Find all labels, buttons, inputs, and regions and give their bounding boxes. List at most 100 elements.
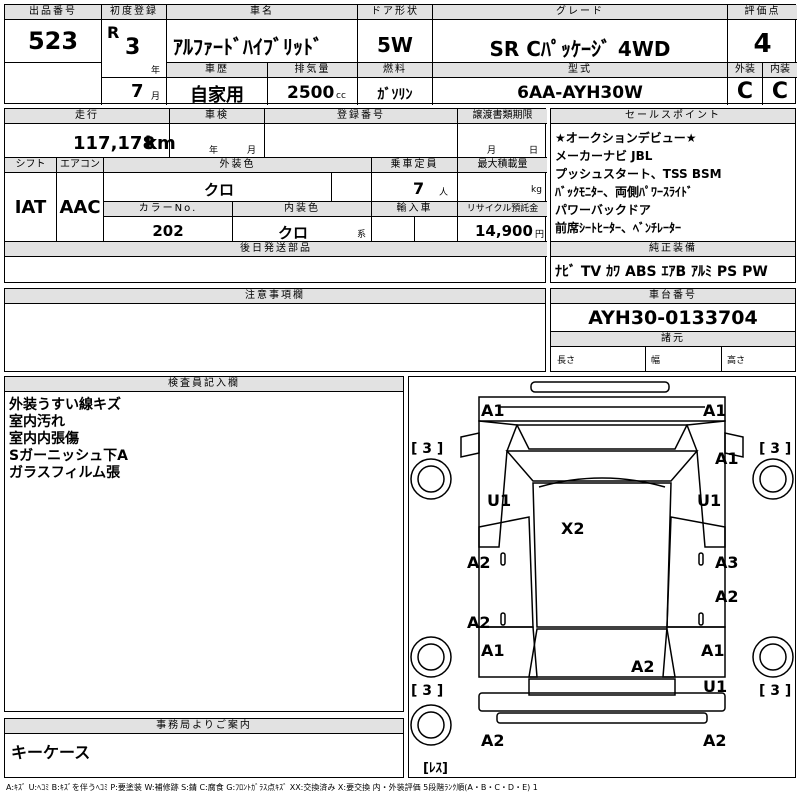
inspector-note-line: Sガーニッシュ下A — [9, 448, 128, 464]
shift: IAT — [14, 197, 47, 218]
int-label: 内装 — [763, 63, 797, 78]
color-label: 外装色 — [104, 158, 371, 173]
damage-mark: A2 — [703, 731, 727, 750]
regno-label: 登録番号 — [265, 109, 457, 124]
equipment-label: 純正装備 — [551, 242, 795, 257]
damage-mark: A2 — [467, 553, 491, 572]
chassis-label: 車台番号 — [551, 289, 795, 304]
car-name: ｱﾙﾌｧｰﾄﾞﾊｲﾌﾞﾘｯﾄﾞ — [173, 35, 323, 59]
inspector-note-line: 室内内張傷 — [9, 431, 79, 447]
inspector-note-line: ガラスフィルム張 — [9, 465, 121, 481]
chassis-box: 車台番号 AYH30-0133704 諸元 長さ 幅 高さ — [550, 288, 796, 372]
month-unit: 月 — [151, 92, 161, 102]
disp-label: 排気量 — [268, 63, 357, 78]
intcolor: クロ — [277, 224, 308, 242]
inspector-label: 検査員記入欄 — [5, 377, 403, 392]
capacity-label: 乗車定員 — [372, 158, 457, 173]
mileage-unit: km — [145, 133, 176, 154]
car-name-label: 車名 — [167, 5, 357, 20]
selling-point-line: ★オークションデビュー★ — [555, 131, 697, 145]
lot-label: 出品番号 — [5, 5, 101, 20]
score: 4 — [753, 29, 772, 59]
dims-label: 諸元 — [551, 332, 795, 347]
selling-point-line: メーカーナビ JBL — [555, 149, 653, 163]
capacity-unit: 人 — [439, 188, 449, 198]
shift-label: シフト — [5, 158, 56, 173]
selling-point-line: プッシュスタート、TSS BSM — [555, 167, 722, 181]
reg-year: 3 — [125, 35, 141, 60]
fuel-label: 燃料 — [358, 63, 432, 78]
damage-diagram: [ 3 ] [ 3 ] [ 3 ] [ 3 ] [ﾚｽ] A1 A1 A1 U1… — [408, 376, 796, 778]
reg-label: 初度登録 — [102, 5, 166, 20]
inspection-label: 車検 — [170, 109, 264, 124]
inspector-notes: 外装うすい線キズ 室内汚れ 室内内張傷 Sガーニッシュ下A ガラスフィルム張 — [9, 397, 128, 482]
insp-month: 月 — [247, 146, 257, 156]
equipment-items: ﾅﾋﾞ TV ｶﾜ ABS ｴｱB ｱﾙﾐ PS PW — [555, 264, 768, 280]
damage-mark: A1 — [715, 449, 739, 468]
door: 5W — [377, 33, 413, 57]
header-section: 出品番号 523 初度登録 R 3 年 7 月 車名 ｱﾙﾌｧｰﾄﾞﾊｲﾌﾞﾘｯ… — [4, 4, 797, 106]
parts-label: 後日発送部品 — [5, 242, 547, 257]
car-outline — [410, 381, 794, 746]
office-text: キーケース — [11, 743, 91, 762]
inspector-box: 検査員記入欄 外装うすい線キズ 室内汚れ 室内内張傷 Sガーニッシュ下A ガラスフィルム… — [4, 376, 404, 712]
damage-mark: A1 — [703, 401, 727, 420]
length-label: 長さ — [557, 356, 576, 366]
inspector-note-line: 外装うすい線キズ — [9, 397, 121, 413]
spare-mark: [ﾚｽ] — [423, 761, 448, 776]
selling-point-line: ﾊﾞｯｸﾓﾆﾀｰ、両側ﾊﾟﾜｰｽﾗｲﾄﾞ — [555, 185, 694, 199]
damage-mark: A3 — [715, 553, 739, 572]
ac: AAC — [59, 197, 101, 218]
lot-number: 523 — [27, 27, 79, 55]
intcolor-label: 内装色 — [233, 202, 371, 217]
damage-mark: A2 — [715, 587, 739, 606]
grade-label: グレード — [433, 5, 727, 20]
tire-mark-rear-right: [ 3 ] — [759, 683, 792, 699]
door-label: ドア形状 — [358, 5, 432, 20]
grade: SR Cﾊﾟｯｹｰｼﾞ 4WD — [489, 37, 671, 61]
damage-mark: U1 — [703, 677, 728, 696]
notes-box: 注意事項欄 — [4, 288, 546, 372]
ac-label: エアコン — [57, 158, 103, 173]
history-label: 車歴 — [167, 63, 267, 78]
tr-month: 月 — [487, 146, 497, 156]
mileage-label: 走行 — [5, 109, 169, 124]
recycle-label: リサイクル預託金 — [458, 202, 547, 217]
selling-point-line: パワーバックドア — [555, 203, 651, 217]
fuel: ｶﾞｿﾘﾝ — [377, 87, 413, 103]
era: R — [107, 23, 120, 42]
selling-points-list: ★オークションデビュー★ メーカーナビ JBL プッシュスタート、TSS BSM ﾊﾞ… — [555, 129, 722, 237]
damage-mark: A2 — [631, 657, 655, 676]
damage-mark: X2 — [561, 519, 585, 538]
int-grade: C — [771, 79, 789, 104]
width-label: 幅 — [651, 356, 661, 366]
mileage: 117,178 — [73, 133, 155, 154]
load-unit: kg — [531, 185, 542, 195]
tire-mark-front-left: [ 3 ] — [411, 441, 444, 457]
year-unit: 年 — [151, 66, 161, 76]
color: クロ — [203, 181, 234, 199]
disp-unit: cc — [336, 91, 346, 101]
history: 自家用 — [190, 85, 244, 106]
selling-points-label: セールスポイント — [551, 109, 795, 124]
ext-grade: C — [736, 79, 754, 104]
damage-mark: A2 — [467, 613, 491, 632]
selling-point-line: 前席ｼｰﾄﾋｰﾀｰ、ﾍﾞﾝﾁﾚｰﾀｰ — [555, 221, 682, 235]
damage-mark: U1 — [487, 491, 512, 510]
tire-mark-front-right: [ 3 ] — [759, 441, 792, 457]
tire-mark-rear-left: [ 3 ] — [411, 683, 444, 699]
legend: A:ｷｽﾞ U:ﾍｺﾐ B:ｷｽﾞを伴うﾍｺﾐ P:要塗装 W:補修跡 S:錆 … — [6, 783, 538, 792]
damage-mark: A1 — [701, 641, 725, 660]
inspector-note-line: 室内汚れ — [9, 414, 65, 430]
vehicle-details: 走行 117,178 km 車検 年 月 登録番号 譲渡書類期限 月 日 シフト… — [4, 108, 547, 283]
height-label: 高さ — [727, 356, 746, 366]
load-label: 最大積載量 — [458, 158, 547, 173]
colorno: 202 — [152, 222, 184, 240]
chassis-number: AYH30-0133704 — [588, 307, 758, 329]
damage-mark: A1 — [481, 401, 505, 420]
ext-label: 外装 — [728, 63, 762, 78]
capacity: 7 — [413, 179, 425, 198]
damage-mark: A1 — [481, 641, 505, 660]
displacement: 2500 — [287, 83, 335, 103]
damage-mark: A2 — [481, 731, 505, 750]
